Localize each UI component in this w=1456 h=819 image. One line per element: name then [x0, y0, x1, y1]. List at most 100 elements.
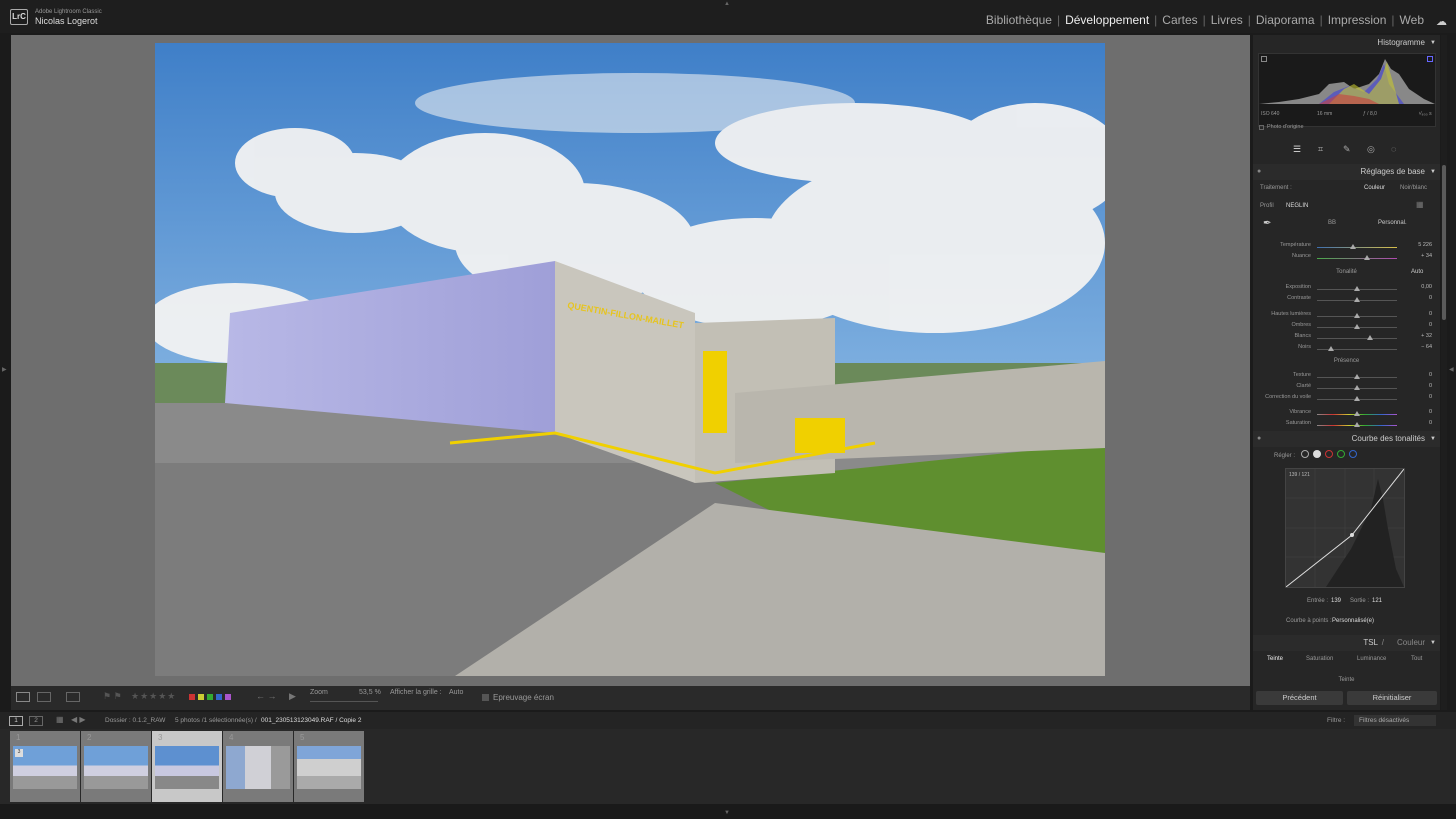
slider-knob[interactable] [1354, 324, 1360, 329]
slider-value[interactable]: 5 226 [1418, 242, 1432, 248]
color-labels[interactable] [189, 694, 231, 700]
grid-icon[interactable]: ▦ [56, 715, 64, 724]
slider-knob[interactable] [1363, 255, 1370, 260]
panel-scroll-thumb[interactable] [1442, 165, 1446, 320]
folder-label[interactable]: Dossier : 0.1.2_RAW [105, 717, 165, 724]
slider-value[interactable]: 0 [1429, 311, 1432, 317]
play-icon[interactable]: ▶ [289, 691, 296, 702]
slider-knob[interactable] [1354, 422, 1360, 427]
grid-value[interactable]: Auto [449, 689, 463, 696]
bottom-panel-toggle-icon[interactable]: ▼ [724, 810, 730, 816]
main-photo[interactable]: QUENTIN-FILLON-MAILLET [155, 43, 1105, 676]
softproof-checkbox[interactable] [482, 694, 489, 701]
auto-button[interactable]: Auto [1411, 269, 1423, 275]
left-panel-toggle-icon[interactable]: ▶ [2, 366, 7, 373]
file-name[interactable]: 001_230513123049.RAF / Copie 2 [261, 717, 361, 724]
module-developpement[interactable]: Développement [1065, 13, 1149, 27]
slider-knob[interactable] [1354, 396, 1360, 401]
rating-stars[interactable]: ★★★★★ [131, 691, 176, 702]
slider-row[interactable]: Saturation 0 [1253, 420, 1440, 430]
tone-curve-header[interactable]: ● Courbe des tonalités ▼ [1253, 431, 1440, 447]
input-value[interactable]: 139 [1331, 598, 1341, 604]
flag-icon[interactable]: ⚑ ⚑ [103, 691, 122, 702]
hsl-tab-tout[interactable]: Tout [1411, 656, 1422, 662]
filmstrip-cell[interactable]: 13 [10, 731, 80, 802]
slider-knob[interactable] [1328, 346, 1335, 351]
slider-track[interactable] [1317, 338, 1397, 339]
hsl-tab-saturation[interactable]: Saturation [1306, 656, 1333, 662]
histogram-header[interactable]: Histogramme ▼ [1253, 35, 1440, 51]
right-panel-toggle-icon[interactable]: ◀ [1449, 366, 1454, 373]
prev-next-icon[interactable]: ← → [256, 691, 277, 701]
module-livres[interactable]: Livres [1211, 13, 1243, 27]
basic-header[interactable]: ● Réglages de base ▼ [1253, 164, 1440, 180]
slider-knob[interactable] [1354, 411, 1360, 416]
slider-value[interactable]: 0 [1429, 322, 1432, 328]
slider-knob[interactable] [1354, 385, 1360, 390]
slider-row[interactable]: Clarté 0 [1253, 383, 1440, 393]
slider-knob[interactable] [1354, 286, 1360, 291]
filmstrip-cell[interactable]: 4 [223, 731, 293, 802]
slider-row[interactable]: Nuance + 34 [1253, 253, 1440, 263]
slider-row[interactable]: Vibrance 0 [1253, 409, 1440, 419]
compare-view-icon[interactable] [37, 692, 51, 702]
hsl-tab-luminance[interactable]: Luminance [1357, 656, 1386, 662]
slider-value[interactable]: 0,00 [1421, 284, 1432, 290]
slider-value[interactable]: 0 [1429, 394, 1432, 400]
slider-row[interactable]: Ombres 0 [1253, 322, 1440, 332]
red-eye-icon[interactable]: ◎ [1367, 144, 1375, 155]
output-value[interactable]: 121 [1372, 598, 1382, 604]
profile-select[interactable]: NEGLIN [1286, 203, 1308, 209]
slider-knob[interactable] [1354, 297, 1360, 302]
clipping-highlights-icon[interactable] [1427, 56, 1433, 62]
filmstrip-cell[interactable]: 5 [294, 731, 364, 802]
filmstrip-cell-active[interactable]: 3 [152, 731, 222, 802]
histogram[interactable]: ISO 640 16 mm ƒ / 8,0 ¹⁄₈₀₀ s [1258, 53, 1436, 127]
module-web[interactable]: Web [1400, 13, 1424, 27]
eyedropper-icon[interactable]: ✒ [1263, 218, 1271, 229]
slider-value[interactable]: 0 [1429, 420, 1432, 426]
hsl-header-subtitle[interactable]: Couleur [1397, 635, 1425, 651]
slider-value[interactable]: + 32 [1421, 333, 1432, 339]
slider-value[interactable]: 0 [1429, 372, 1432, 378]
treatment-bw[interactable]: Noir/blanc [1400, 185, 1427, 191]
slider-track[interactable] [1317, 247, 1397, 248]
nav-arrows-icon[interactable]: ◀ ▶ [71, 715, 86, 724]
slider-knob[interactable] [1350, 244, 1356, 249]
original-photo-checkbox[interactable] [1259, 125, 1264, 130]
module-bibliotheque[interactable]: Bibliothèque [986, 13, 1052, 27]
slider-track[interactable] [1317, 258, 1397, 259]
crop-icon[interactable]: ⌗ [1318, 144, 1323, 155]
window-1-button[interactable]: 1 [9, 716, 23, 726]
survey-view-icon[interactable] [66, 692, 80, 702]
filter-select[interactable]: Filtres désactivés [1354, 715, 1436, 726]
loupe-view-icon[interactable] [16, 692, 30, 702]
panel-scrollbar[interactable] [1441, 35, 1447, 710]
slider-row[interactable]: Blancs + 32 [1253, 333, 1440, 343]
slider-row[interactable]: Exposition 0,00 [1253, 284, 1440, 294]
slider-value[interactable]: − 64 [1421, 344, 1432, 350]
slider-row[interactable]: Hautes lumières 0 [1253, 311, 1440, 321]
point-curve-select[interactable]: Personnalisé(e) [1332, 618, 1374, 624]
module-impression[interactable]: Impression [1328, 13, 1387, 27]
cloud-icon[interactable]: ☁ [1436, 15, 1447, 28]
slider-value[interactable]: 0 [1429, 383, 1432, 389]
slider-knob[interactable] [1366, 335, 1373, 340]
module-diaporama[interactable]: Diaporama [1256, 13, 1315, 27]
tone-curve-graph[interactable]: 139 / 121 [1285, 468, 1405, 588]
slider-row[interactable]: Contraste 0 [1253, 295, 1440, 305]
profile-browser-icon[interactable]: ▦ [1416, 200, 1424, 209]
slider-row[interactable]: Texture 0 [1253, 372, 1440, 382]
slider-row[interactable]: Température 5 226 [1253, 242, 1440, 252]
slider-knob[interactable] [1354, 313, 1360, 318]
slider-row[interactable]: Correction du voile 0 [1253, 394, 1440, 404]
clipping-shadows-icon[interactable] [1261, 56, 1267, 62]
module-cartes[interactable]: Cartes [1162, 13, 1197, 27]
curve-channel-buttons[interactable] [1301, 450, 1357, 458]
previous-button[interactable]: Précédent [1256, 691, 1343, 705]
masking-icon[interactable]: ◌ [1391, 144, 1396, 154]
slider-value[interactable]: + 34 [1421, 253, 1432, 259]
slider-row[interactable]: Noirs − 64 [1253, 344, 1440, 354]
filmstrip-cell[interactable]: 2 [81, 731, 151, 802]
photo-viewer[interactable]: QUENTIN-FILLON-MAILLET [11, 35, 1250, 686]
